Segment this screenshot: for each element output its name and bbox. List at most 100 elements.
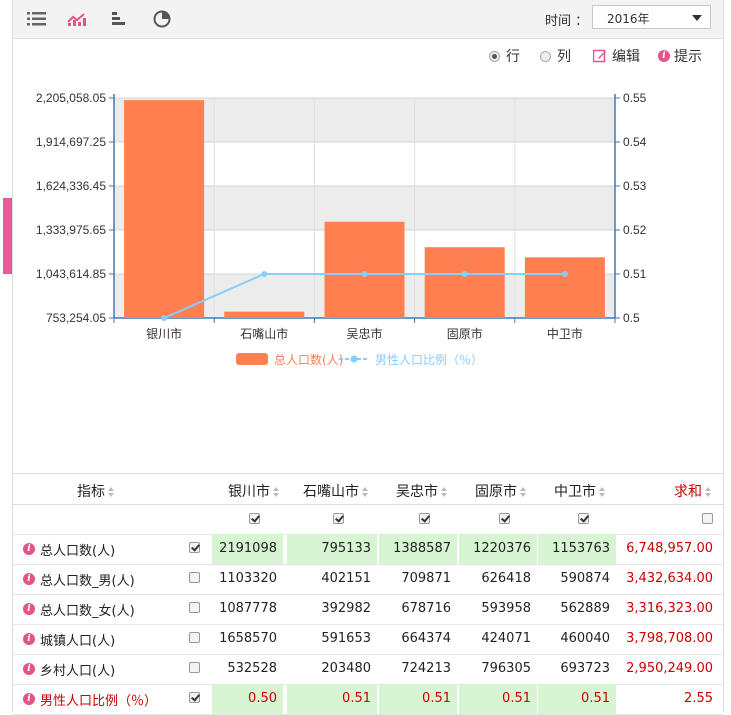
table-cell: 709871: [401, 571, 451, 586]
sum-cell: 3,316,323.00: [626, 601, 713, 616]
col-header-zhongwei-label: 中卫市: [554, 484, 596, 500]
table-cell: 678716: [401, 601, 451, 616]
table-cell: 424071: [481, 631, 531, 646]
row-label: i 总人口数_男(人): [23, 564, 135, 594]
sort-icon: [273, 487, 280, 497]
row-checkbox[interactable]: [189, 692, 200, 703]
col-header-guyuan[interactable]: 固原市: [475, 481, 527, 501]
table-cell: 664374: [401, 631, 451, 646]
y-right-tick-label: 0.52: [623, 223, 647, 237]
table-cell: 0.50: [212, 684, 283, 714]
table-cell: 392982: [321, 601, 371, 616]
col-header-shizuishan[interactable]: 石嘴山市: [303, 481, 369, 501]
y-right-tick-label: 0.55: [623, 91, 647, 105]
y-left-tick-label: 1,624,336.45: [36, 179, 106, 193]
bar[interactable]: [224, 311, 305, 318]
col-header-yinchuan[interactable]: 银川市: [228, 481, 280, 501]
row-label: i 总人口数_女(人): [23, 594, 135, 624]
column-checkbox[interactable]: [419, 513, 430, 524]
y-left-tick-label: 1,333,975.65: [36, 223, 106, 237]
table-cell: 693723: [560, 661, 610, 676]
row-checkbox[interactable]: [189, 602, 200, 613]
bar[interactable]: [524, 257, 605, 318]
row-checkbox[interactable]: [189, 542, 200, 553]
line-point[interactable]: [161, 315, 168, 321]
table-cell: 1658570: [219, 631, 277, 646]
table-cell: 0.51: [459, 684, 537, 714]
table-row: i 总人口数(人) 2191098 795133 1388587 1220376 11537…: [13, 534, 723, 565]
info-icon[interactable]: i: [23, 633, 35, 645]
sum-cell: 2,950,249.00: [626, 661, 713, 676]
column-checkbox[interactable]: [248, 513, 260, 524]
legend-bar-label: 总人口数(人): [274, 352, 343, 367]
sum-cell: 3,432,634.00: [626, 571, 713, 586]
col-header-zhongwei[interactable]: 中卫市: [554, 481, 606, 501]
info-icon[interactable]: i: [23, 603, 35, 615]
table-row: i 男性人口比例（％） 0.50 0.51 0.51 0.51 0.51 2.55: [13, 684, 723, 715]
col-header-yinchuan-label: 银川市: [228, 484, 270, 500]
table-cell: 0.51: [538, 684, 616, 714]
x-tick-label: 固原市: [447, 326, 483, 341]
y-left-tick-label: 753,254.05: [46, 311, 106, 325]
sort-icon: [520, 487, 527, 497]
row-label: i 城镇人口(人): [23, 624, 115, 654]
side-panel-handle[interactable]: [3, 198, 12, 274]
bar[interactable]: [324, 221, 405, 318]
column-checkbox[interactable]: [702, 513, 713, 524]
col-header-wuzhong[interactable]: 吴忠市: [396, 481, 448, 501]
table-cell: 1103320: [219, 571, 277, 586]
y-left-tick-label: 1,043,614.85: [36, 267, 106, 281]
info-icon[interactable]: i: [23, 543, 35, 555]
legend-line-label: 男性人口比例（％）: [375, 353, 483, 367]
table-cell: 591653: [321, 631, 371, 646]
sum-cell: 2.55: [684, 691, 713, 706]
bar[interactable]: [124, 100, 205, 318]
info-icon[interactable]: i: [23, 663, 35, 675]
row-label: i 男性人口比例（％）: [23, 684, 157, 714]
row-label-text: 男性人口比例（％）: [40, 693, 158, 709]
table-cell: 626418: [481, 571, 531, 586]
line-point[interactable]: [361, 271, 368, 277]
col-header-indicator[interactable]: 指标: [77, 481, 115, 501]
line-point[interactable]: [461, 271, 468, 277]
info-icon[interactable]: i: [23, 573, 35, 585]
y-right-tick-label: 0.5: [623, 311, 640, 325]
column-select-row: [13, 504, 723, 535]
column-checkbox[interactable]: [499, 513, 510, 524]
row-label-text: 城镇人口(人): [40, 633, 116, 649]
line-point[interactable]: [561, 271, 568, 277]
line-point[interactable]: [261, 271, 268, 277]
col-header-indicator-label: 指标: [77, 484, 105, 500]
row-label: i 总人口数(人): [23, 534, 115, 564]
table-cell: 1153763: [538, 534, 616, 564]
col-header-sum[interactable]: 求和: [674, 481, 712, 501]
table-row: i 城镇人口(人) 1658570 591653 664374 424071 460040 3…: [13, 624, 723, 655]
y-left-tick-label: 1,914,697.25: [36, 135, 106, 149]
x-tick-label: 银川市: [146, 326, 182, 341]
column-checkbox[interactable]: [333, 513, 344, 524]
table-cell: 795133: [287, 534, 377, 564]
table-cell: 460040: [560, 631, 610, 646]
info-icon[interactable]: i: [23, 693, 35, 705]
table-cell: 1087778: [219, 601, 277, 616]
row-checkbox[interactable]: [189, 572, 200, 583]
row-label-text: 总人口数_男(人): [40, 573, 135, 589]
bar[interactable]: [424, 247, 505, 318]
table-cell: 532528: [227, 661, 277, 676]
table-cell: 2191098: [212, 534, 283, 564]
combo-chart: 753,254.05 1,043,614.85 1,333,975.65 1,624,…: [36, 91, 647, 367]
table-row: i 总人口数_男(人) 1103320 402151 709871 626418 59087…: [13, 564, 723, 595]
table-cell: 796305: [481, 661, 531, 676]
table-header: 指标 银川市 石嘴山市 吴忠市 固原市 中卫市 求和: [13, 473, 723, 505]
row-checkbox[interactable]: [189, 632, 200, 643]
row-checkbox[interactable]: [189, 662, 200, 673]
x-tick-label: 石嘴山市: [240, 326, 288, 341]
y-right-tick-label: 0.54: [623, 135, 647, 149]
row-label-text: 总人口数_女(人): [40, 603, 135, 619]
table-cell: 0.51: [379, 684, 457, 714]
y-right-tick-label: 0.51: [623, 267, 647, 281]
sort-icon: [599, 487, 606, 497]
table-row: i 乡村人口(人) 532528 203480 724213 796305 693723 2,…: [13, 654, 723, 685]
sort-icon: [362, 487, 369, 497]
column-checkbox[interactable]: [578, 513, 589, 524]
